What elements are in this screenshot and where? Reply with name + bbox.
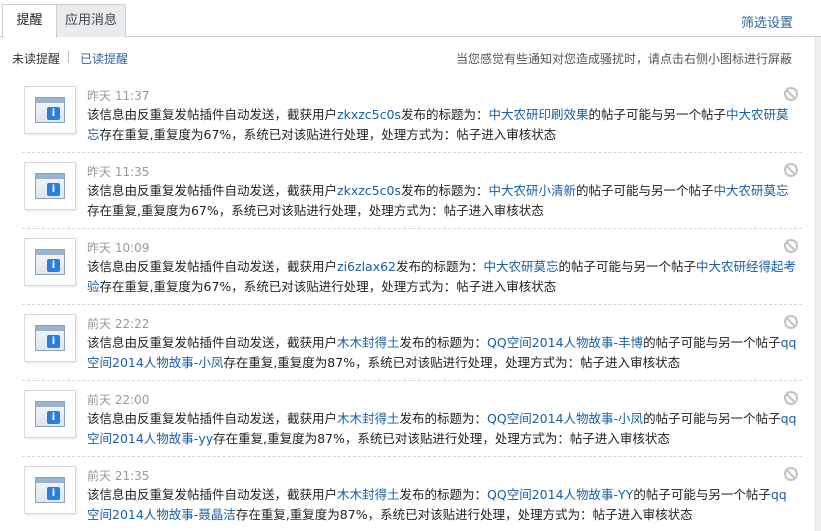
info-icon: i [47, 487, 60, 500]
info-icon: i [47, 183, 60, 196]
notice-thumbnail: i [24, 86, 76, 134]
item-time: 前天 22:00 [87, 393, 150, 407]
post-link[interactable]: QQ空间2014人物故事-小凤 [487, 411, 643, 426]
user-link[interactable]: 木木封得土 [337, 487, 400, 502]
unread-reminders-link[interactable]: 未读提醒 [12, 50, 60, 67]
tab-remind[interactable]: 提醒 [2, 4, 57, 38]
post-link[interactable]: 中大农研莫忘 [484, 259, 559, 274]
item-time: 昨天 10:09 [87, 241, 150, 255]
list-item: i 前天 22:22 该信息由反重复发帖插件自动发送，截获用户木木封得土发布的标… [0, 305, 821, 381]
list-item: i 前天 22:00 该信息由反重复发帖插件自动发送，截获用户木木封得土发布的标… [0, 381, 821, 457]
list-item: i 昨天 11:35 该信息由反重复发帖插件自动发送，截获用户zkxzc5c0s… [0, 153, 821, 229]
item-time: 前天 22:22 [87, 317, 150, 331]
item-message: 该信息由反重复发帖插件自动发送，截获用户zkxzc5c0s发布的标题为：中大农研… [87, 107, 789, 142]
user-link[interactable]: 木木封得土 [337, 411, 400, 426]
info-icon: i [47, 107, 60, 120]
list-item: i 昨天 11:37 该信息由反重复发帖插件自动发送，截获用户zkxzc5c0s… [0, 77, 821, 153]
read-reminders-link[interactable]: 已读提醒 [80, 50, 128, 67]
info-icon: i [47, 335, 60, 348]
info-icon: i [47, 259, 60, 272]
user-link[interactable]: zkxzc5c0s [337, 183, 401, 198]
block-icon[interactable] [784, 315, 798, 329]
block-icon[interactable] [784, 391, 798, 405]
user-link[interactable]: 木木封得土 [337, 335, 400, 350]
block-icon[interactable] [784, 239, 798, 253]
filter-settings-link[interactable]: 筛选设置 [741, 12, 793, 31]
block-icon[interactable] [784, 87, 798, 101]
tab-app-message[interactable]: 应用消息 [56, 4, 126, 37]
item-time: 昨天 11:35 [87, 165, 150, 179]
scrollbar[interactable] [815, 37, 821, 531]
sub-nav: 未读提醒 已读提醒 当您感觉有些通知对您造成骚扰时，请点击右侧小图标进行屏蔽 [0, 37, 821, 77]
sub-nav-divider [68, 51, 69, 63]
notice-thumbnail: i [24, 162, 76, 210]
post-link[interactable]: QQ空间2014人物故事-丰博 [487, 335, 643, 350]
post-link[interactable]: 中大农研小清新 [488, 183, 576, 198]
item-message: 该信息由反重复发帖插件自动发送，截获用户木木封得土发布的标题为：QQ空间2014… [87, 487, 787, 522]
list-item: i 前天 21:35 该信息由反重复发帖插件自动发送，截获用户木木封得土发布的标… [0, 457, 821, 531]
list-item: i 昨天 10:09 该信息由反重复发帖插件自动发送，截获用户zi6zlax62… [0, 229, 821, 305]
post-link[interactable]: QQ空间2014人物故事-YY [487, 487, 633, 502]
user-link[interactable]: zi6zlax62 [337, 259, 396, 274]
notice-thumbnail: i [24, 466, 76, 514]
notice-thumbnail: i [24, 238, 76, 286]
user-link[interactable]: zkxzc5c0s [337, 107, 401, 122]
item-message: 该信息由反重复发帖插件自动发送，截获用户zkxzc5c0s发布的标题为：中大农研… [87, 183, 789, 218]
item-message: 该信息由反重复发帖插件自动发送，截获用户木木封得土发布的标题为：QQ空间2014… [87, 335, 797, 370]
post-link[interactable]: 中大农研莫忘 [714, 183, 789, 198]
item-time: 前天 21:35 [87, 469, 150, 483]
info-icon: i [47, 411, 60, 424]
block-hint-text: 当您感觉有些通知对您造成骚扰时，请点击右侧小图标进行屏蔽 [455, 52, 792, 66]
item-message: 该信息由反重复发帖插件自动发送，截获用户木木封得土发布的标题为：QQ空间2014… [87, 411, 797, 446]
post-link[interactable]: 中大农研印刷效果 [488, 107, 588, 122]
notice-thumbnail: i [24, 314, 76, 362]
tab-bar: 提醒 应用消息 筛选设置 [0, 0, 821, 38]
item-message: 该信息由反重复发帖插件自动发送，截获用户zi6zlax62发布的标题为：中大农研… [87, 259, 797, 294]
item-time: 昨天 11:37 [87, 89, 150, 103]
block-icon[interactable] [784, 163, 798, 177]
notice-thumbnail: i [24, 390, 76, 438]
block-icon[interactable] [784, 467, 798, 481]
